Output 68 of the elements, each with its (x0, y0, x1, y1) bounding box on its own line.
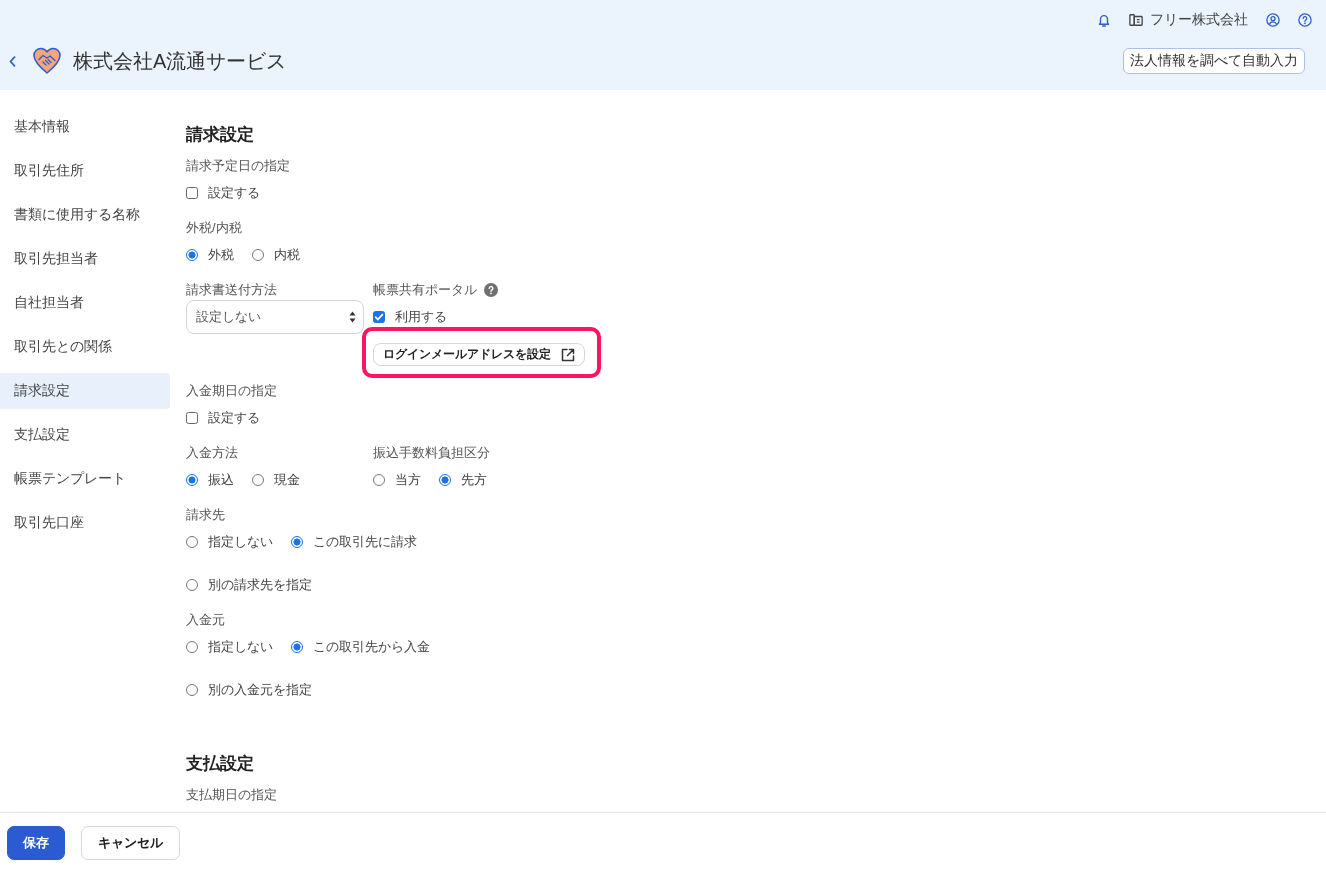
sidebar-item[interactable]: 支払設定 (0, 417, 170, 453)
field-label: 入金元 (186, 611, 225, 629)
external-link-icon (561, 347, 575, 362)
save-button[interactable]: 保存 (7, 825, 65, 860)
page-title: 株式会社A流通サービス (73, 49, 287, 74)
sidebar-item[interactable]: 取引先との関係 (0, 329, 170, 365)
radio-button[interactable] (186, 249, 198, 261)
sidebar-item[interactable]: 取引先住所 (0, 153, 170, 189)
sidebar-item[interactable]: 自社担当者 (0, 285, 170, 321)
checkbox-label[interactable]: 設定する (208, 183, 260, 203)
sidebar-item[interactable]: 請求設定 (0, 373, 170, 409)
help-icon[interactable] (1298, 13, 1312, 27)
radio-button[interactable] (291, 641, 303, 653)
field-label: 請求先 (186, 506, 225, 524)
sidebar-item[interactable]: 書類に使用する名称 (0, 197, 170, 233)
field-label: 帳票共有ポータル (373, 281, 477, 299)
radio-button[interactable] (186, 536, 198, 548)
radio-label[interactable]: 別の入金元を指定 (208, 680, 312, 700)
radio-label[interactable]: 現金 (274, 470, 300, 490)
sidebar-item[interactable]: 取引先担当者 (0, 241, 170, 277)
field-label: 請求予定日の指定 (186, 157, 290, 175)
radio-button[interactable] (186, 579, 198, 591)
sidebar-item[interactable]: 取引先口座 (0, 505, 170, 541)
sidebar-item[interactable]: 帳票テンプレート (0, 461, 170, 497)
user-account-icon[interactable] (1266, 13, 1280, 27)
field-label: 入金期日の指定 (186, 382, 277, 400)
checkbox-label[interactable]: 設定する (208, 408, 260, 428)
field-label: 振込手数料負担区分 (373, 444, 490, 462)
radio-label[interactable]: 内税 (274, 245, 300, 265)
company-switcher[interactable]: フリー株式会社 (1129, 10, 1248, 30)
radio-button[interactable] (439, 474, 451, 486)
radio-label[interactable]: この取引先から入金 (313, 637, 430, 657)
radio-button[interactable] (186, 474, 198, 486)
bell-icon[interactable] (1097, 13, 1111, 27)
checkbox[interactable] (186, 187, 198, 199)
checkbox[interactable] (373, 311, 385, 323)
radio-button[interactable] (186, 684, 198, 696)
radio-label[interactable]: 指定しない (208, 637, 273, 657)
section-heading: 支払設定 (186, 753, 254, 775)
field-label: 請求書送付方法 (186, 281, 277, 299)
autofill-button[interactable]: 法人情報を調べて自動入力 (1123, 48, 1305, 74)
heart-handshake-logo-icon (33, 47, 61, 75)
radio-label[interactable]: 外税 (208, 245, 234, 265)
back-chevron-icon[interactable] (9, 55, 16, 67)
building-icon (1129, 13, 1143, 27)
radio-label[interactable]: 別の請求先を指定 (208, 575, 312, 595)
select-field[interactable]: 設定しない (186, 300, 364, 334)
field-label: 外税/内税 (186, 219, 242, 237)
radio-label[interactable]: 先方 (461, 470, 487, 490)
radio-label[interactable]: 当方 (395, 470, 421, 490)
radio-button[interactable] (186, 641, 198, 653)
cancel-button[interactable]: キャンセル (81, 825, 180, 860)
radio-label[interactable]: この取引先に請求 (313, 532, 417, 552)
radio-button[interactable] (252, 474, 264, 486)
field-label: 入金方法 (186, 444, 238, 462)
section-heading: 請求設定 (186, 124, 254, 146)
radio-label[interactable]: 指定しない (208, 532, 273, 552)
updown-caret-icon (349, 311, 356, 323)
checkbox[interactable] (186, 412, 198, 424)
field-label: 支払期日の指定 (186, 786, 277, 804)
help-icon[interactable] (484, 283, 498, 297)
set-login-email-button[interactable]: ログインメールアドレスを設定 (373, 343, 585, 366)
radio-button[interactable] (373, 474, 385, 486)
sidebar-item[interactable]: 基本情報 (0, 109, 170, 145)
radio-label[interactable]: 振込 (208, 470, 234, 490)
radio-button[interactable] (291, 536, 303, 548)
radio-button[interactable] (252, 249, 264, 261)
checkbox-label[interactable]: 利用する (395, 307, 447, 327)
